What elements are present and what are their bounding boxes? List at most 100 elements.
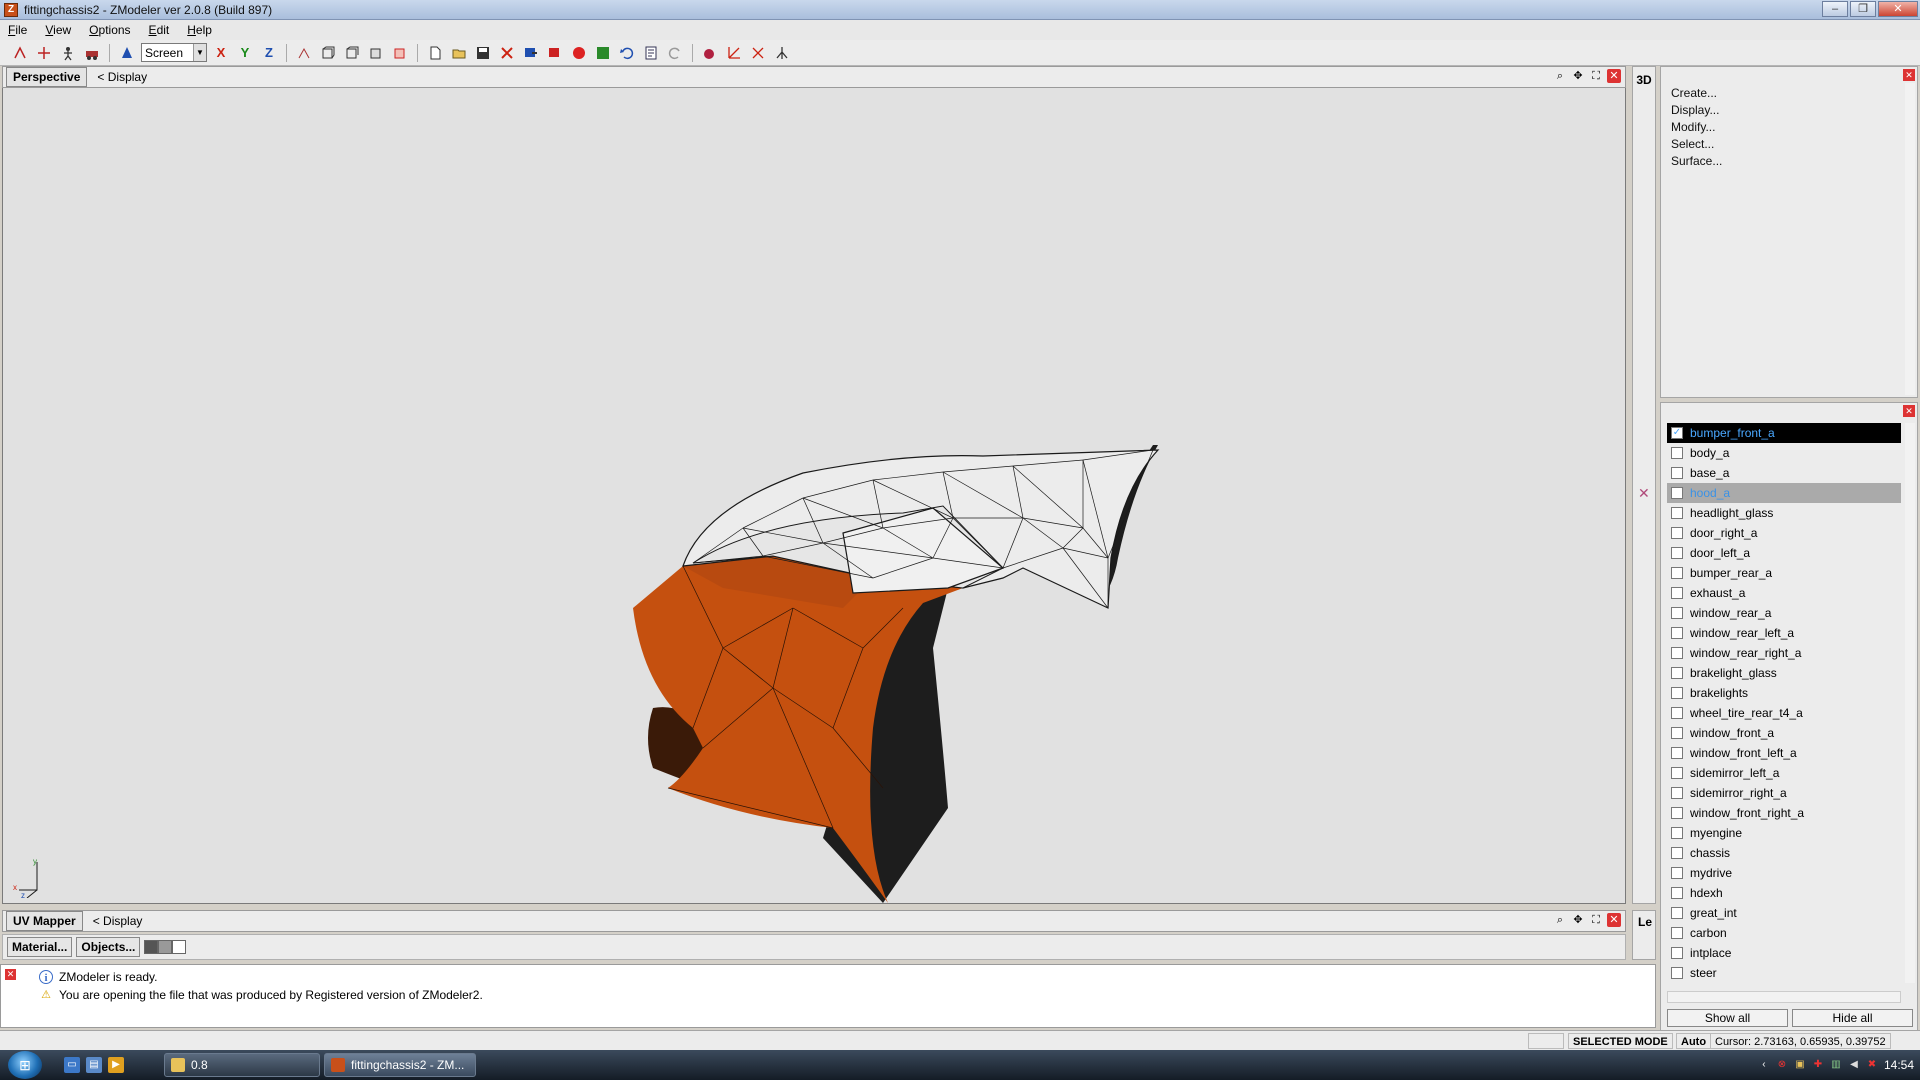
visibility-checkbox[interactable] xyxy=(1671,927,1683,939)
object-row[interactable]: window_rear_right_a xyxy=(1667,643,1901,663)
pan-icon[interactable]: ✥ xyxy=(1571,69,1585,83)
security-icon[interactable]: ⊗ xyxy=(1776,1059,1788,1071)
visibility-checkbox[interactable] xyxy=(1671,667,1683,679)
swatch-light[interactable] xyxy=(172,940,187,954)
uv-side-strip[interactable]: Le xyxy=(1632,910,1656,960)
visibility-checkbox[interactable] xyxy=(1671,867,1683,879)
visibility-checkbox[interactable] xyxy=(1671,487,1683,499)
minimize-button[interactable]: – xyxy=(1822,1,1848,17)
object-row[interactable]: ✓ bumper_front_a xyxy=(1667,423,1901,443)
visibility-checkbox[interactable] xyxy=(1671,687,1683,699)
render-icon[interactable] xyxy=(593,43,613,63)
object-row[interactable]: mydrive xyxy=(1667,863,1901,883)
vehicle-tool-icon[interactable] xyxy=(82,43,102,63)
visibility-checkbox[interactable] xyxy=(1671,907,1683,919)
menu-view[interactable]: View xyxy=(45,23,71,37)
start-button[interactable]: ⊞ xyxy=(8,1051,42,1079)
visibility-checkbox[interactable] xyxy=(1671,707,1683,719)
pin-icon[interactable]: ✕ xyxy=(1638,485,1650,502)
object-row[interactable]: window_front_a xyxy=(1667,723,1901,743)
bone-icon[interactable] xyxy=(772,43,792,63)
coordinate-space-select[interactable]: Screen ▼ xyxy=(141,43,207,62)
visibility-checkbox[interactable] xyxy=(1671,447,1683,459)
object-row[interactable]: brakelight_glass xyxy=(1667,663,1901,683)
export-icon[interactable] xyxy=(545,43,565,63)
visibility-checkbox[interactable] xyxy=(1671,647,1683,659)
zoom-icon[interactable]: ⌕ xyxy=(1553,69,1567,83)
swatch-dark[interactable] xyxy=(144,940,159,954)
visibility-checkbox[interactable] xyxy=(1671,947,1683,959)
object-row[interactable]: window_rear_a xyxy=(1667,603,1901,623)
visibility-checkbox[interactable]: ✓ xyxy=(1671,427,1683,439)
axis-z-toggle[interactable]: Z xyxy=(259,43,279,63)
visibility-checkbox[interactable] xyxy=(1671,727,1683,739)
object-row[interactable]: chassis xyxy=(1667,843,1901,863)
object-row[interactable]: great_int xyxy=(1667,903,1901,923)
object-row[interactable]: headlight_glass xyxy=(1667,503,1901,523)
object-row[interactable]: steer xyxy=(1667,963,1901,983)
visibility-checkbox[interactable] xyxy=(1671,887,1683,899)
objects-horizontal-scrollbar[interactable] xyxy=(1667,991,1901,1003)
undo-icon[interactable] xyxy=(617,43,637,63)
menu-options[interactable]: Options xyxy=(89,23,130,37)
uv-maximize-icon[interactable]: ⛶ xyxy=(1589,913,1603,927)
close-button[interactable]: ✕ xyxy=(1878,1,1918,17)
redo-icon[interactable] xyxy=(665,43,685,63)
uv-pan-icon[interactable]: ✥ xyxy=(1571,913,1585,927)
menu-file[interactable]: File xyxy=(8,23,27,37)
tab-uv-mapper[interactable]: UV Mapper xyxy=(6,911,83,931)
new-file-icon[interactable] xyxy=(425,43,445,63)
object-row[interactable]: intplace xyxy=(1667,943,1901,963)
show-desktop-icon[interactable]: ▭ xyxy=(64,1057,80,1073)
tab-perspective[interactable]: Perspective xyxy=(6,67,88,87)
pivot-icon[interactable] xyxy=(294,43,314,63)
object-row[interactable]: hdexh xyxy=(1667,883,1901,903)
move-tool-icon[interactable] xyxy=(34,43,54,63)
command-create[interactable]: Create... xyxy=(1671,85,1917,102)
object-row[interactable]: wheel_tire_rear_t4_a xyxy=(1667,703,1901,723)
record-icon[interactable] xyxy=(569,43,589,63)
object-row[interactable]: body_a xyxy=(1667,443,1901,463)
view-mode-3d[interactable]: 3D xyxy=(1633,73,1655,87)
visibility-checkbox[interactable] xyxy=(1671,767,1683,779)
uv-zoom-icon[interactable]: ⌕ xyxy=(1553,913,1567,927)
visibility-checkbox[interactable] xyxy=(1671,627,1683,639)
visibility-checkbox[interactable] xyxy=(1671,847,1683,859)
close-viewport-icon[interactable]: ✕ xyxy=(1607,69,1621,83)
visibility-checkbox[interactable] xyxy=(1671,547,1683,559)
paint-icon[interactable] xyxy=(700,43,720,63)
object-row[interactable]: base_a xyxy=(1667,463,1901,483)
network-icon[interactable]: ▥ xyxy=(1830,1059,1842,1071)
command-modify[interactable]: Modify... xyxy=(1671,119,1917,136)
menu-help[interactable]: Help xyxy=(187,23,212,37)
tray-expand-icon[interactable]: ‹ xyxy=(1758,1059,1770,1071)
open-folder-icon[interactable] xyxy=(449,43,469,63)
visibility-checkbox[interactable] xyxy=(1671,967,1683,979)
cube-front-icon[interactable] xyxy=(318,43,338,63)
clock[interactable]: 14:54 xyxy=(1884,1058,1914,1072)
visibility-checkbox[interactable] xyxy=(1671,587,1683,599)
command-display[interactable]: Display... xyxy=(1671,102,1917,119)
maximize-viewport-icon[interactable]: ⛶ xyxy=(1589,69,1603,83)
axis-x-toggle[interactable]: X xyxy=(211,43,231,63)
close-log-icon[interactable]: ✕ xyxy=(5,969,16,980)
status-auto[interactable]: Auto xyxy=(1676,1033,1712,1049)
swatch-mid[interactable] xyxy=(158,940,173,954)
object-row[interactable]: window_rear_left_a xyxy=(1667,623,1901,643)
import-icon[interactable] xyxy=(521,43,541,63)
axis-y-toggle[interactable]: Y xyxy=(235,43,255,63)
viewport-display-menu[interactable]: < Display xyxy=(97,70,147,84)
select-tool-icon[interactable] xyxy=(10,43,30,63)
object-row[interactable]: window_front_left_a xyxy=(1667,743,1901,763)
3d-viewport[interactable]: y x z xyxy=(2,88,1626,904)
axis-arrow-icon[interactable] xyxy=(117,43,137,63)
figure-tool-icon[interactable] xyxy=(58,43,78,63)
save-icon[interactable] xyxy=(473,43,493,63)
material-button[interactable]: Material... xyxy=(7,937,73,957)
cube-side-icon[interactable] xyxy=(342,43,362,63)
updates-icon[interactable]: ▣ xyxy=(1794,1059,1806,1071)
properties-icon[interactable] xyxy=(641,43,661,63)
objects-button[interactable]: Objects... xyxy=(76,937,141,957)
object-row[interactable]: sidemirror_left_a xyxy=(1667,763,1901,783)
show-all-button[interactable]: Show all xyxy=(1667,1009,1788,1027)
